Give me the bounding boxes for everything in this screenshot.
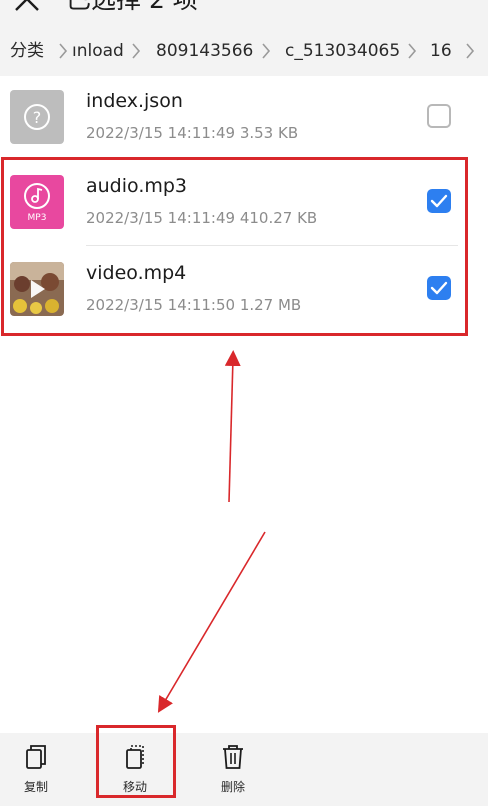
breadcrumb-item-download[interactable]: ınload: [72, 40, 124, 62]
arrow-up: [224, 350, 241, 503]
top-bar: 已选择 2 项: [0, 0, 488, 28]
file-name: video.mp4: [86, 262, 187, 284]
row-divider: [86, 245, 458, 246]
breadcrumb-item-current[interactable]: 16: [430, 40, 452, 62]
file-meta: 2022/3/15 14:11:49 410.27 KB: [86, 209, 318, 227]
breadcrumb-item-subfolder[interactable]: c_513034065: [285, 40, 400, 62]
breadcrumb: 分类 ınload 809143566 c_513034065 16: [0, 28, 488, 76]
trash-icon: [223, 745, 243, 769]
move-button[interactable]: 移动: [105, 733, 165, 806]
mp3-file-icon: MP3: [10, 175, 64, 229]
file-meta: 2022/3/15 14:11:50 1.27 MB: [86, 296, 302, 314]
bottom-toolbar: 复制 移动 删除: [0, 733, 488, 806]
file-meta: 2022/3/15 14:11:49 3.53 KB: [86, 124, 299, 142]
video-thumbnail-icon: [10, 262, 64, 316]
breadcrumb-item-folder[interactable]: 809143566: [156, 40, 253, 62]
checkmark-icon: [430, 194, 448, 208]
chevron-right-icon: [59, 43, 68, 59]
arrow-down: [157, 531, 266, 713]
close-icon[interactable]: [14, 0, 40, 12]
file-checkbox-checked[interactable]: [427, 189, 451, 213]
mp3-tag: MP3: [27, 213, 47, 223]
move-label: 移动: [122, 780, 147, 794]
delete-button[interactable]: 删除: [203, 733, 263, 806]
breadcrumb-item-category[interactable]: 分类: [10, 40, 44, 62]
file-row-video-mp4[interactable]: video.mp4 2022/3/15 14:11:50 1.27 MB: [0, 247, 488, 333]
copy-button[interactable]: 复制: [6, 733, 66, 806]
file-row-audio-mp3[interactable]: MP3 audio.mp3 2022/3/15 14:11:49 410.27 …: [0, 160, 488, 246]
file-row-index-json[interactable]: ? index.json 2022/3/15 14:11:49 3.53 KB: [0, 75, 488, 161]
file-checkbox-checked[interactable]: [427, 276, 451, 300]
chevron-right-icon: [466, 43, 475, 59]
file-name: audio.mp3: [86, 175, 188, 197]
copy-icon: [26, 745, 46, 769]
chevron-right-icon: [132, 43, 141, 59]
svg-text:?: ?: [33, 108, 42, 127]
chevron-right-icon: [262, 43, 271, 59]
copy-label: 复制: [23, 780, 48, 794]
delete-label: 删除: [220, 780, 245, 794]
checkmark-icon: [430, 281, 448, 295]
file-name: index.json: [86, 90, 183, 112]
json-file-icon: ?: [10, 90, 64, 144]
selection-title: 已选择 2 项: [66, 0, 198, 15]
file-checkbox[interactable]: [427, 104, 451, 128]
move-icon: [126, 745, 144, 769]
chevron-right-icon: [408, 43, 417, 59]
